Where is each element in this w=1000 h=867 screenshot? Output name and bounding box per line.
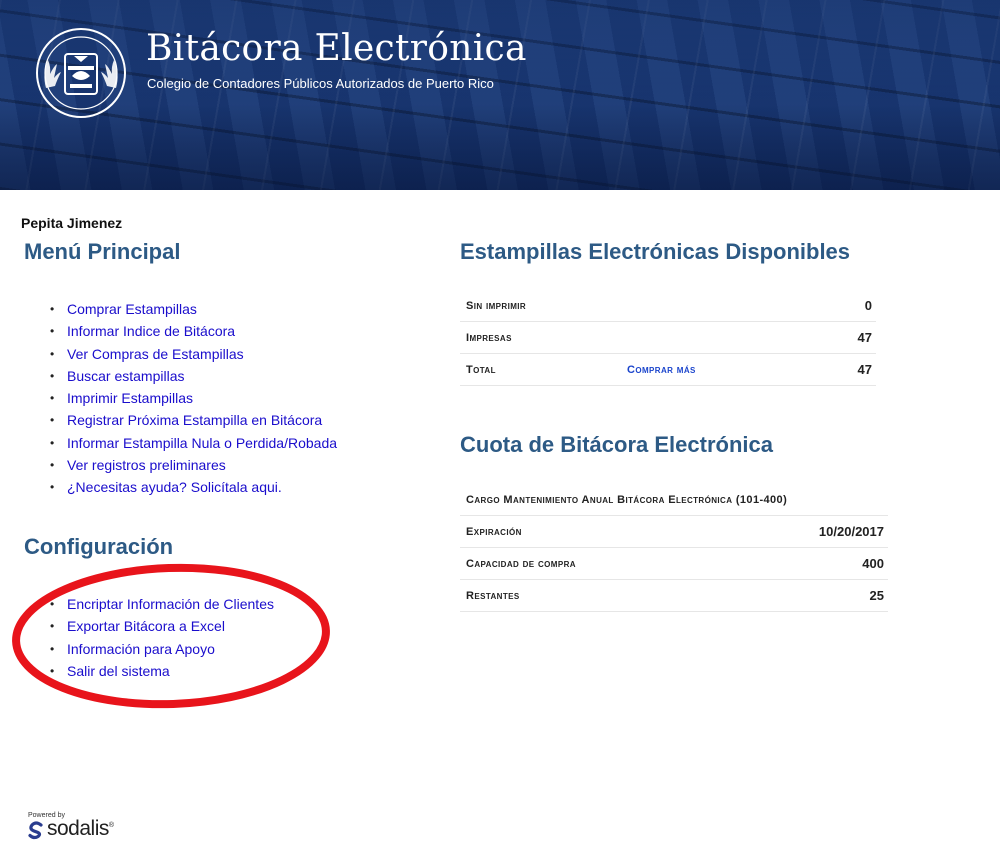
sodalis-logo-icon <box>28 821 43 840</box>
row-value: 400 <box>719 547 888 580</box>
row-value: 47 <box>813 353 876 386</box>
app-title: Bitácora Electrónica <box>146 28 527 69</box>
comprar-mas-link[interactable]: Comprar más <box>627 364 696 376</box>
menu-link-encriptar[interactable]: Encriptar Información de Clientes <box>67 596 274 612</box>
config-menu-title: Configuración <box>24 534 174 559</box>
seal-logo-icon <box>36 28 126 118</box>
list-item: ¿Necesitas ayuda? Solicítala aqui. <box>21 476 337 498</box>
table-row: Sin imprimir 0 <box>460 290 876 322</box>
row-link: Comprar más <box>621 353 814 386</box>
row-label: Restantes <box>460 579 720 612</box>
menu-link-imprimir-estampillas[interactable]: Imprimir Estampillas <box>67 390 193 406</box>
row-label: Sin imprimir <box>460 290 621 322</box>
menu-link-info-apoyo[interactable]: Información para Apoyo <box>67 641 215 657</box>
menu-link-comprar-estampillas[interactable]: Comprar Estampillas <box>67 301 197 317</box>
list-item: Informar Indice de Bitácora <box>21 320 337 342</box>
list-item: Imprimir Estampillas <box>21 387 337 409</box>
stamps-table: Sin imprimir 0 Impresas 47 Total Comprar… <box>460 290 876 386</box>
row-value: 25 <box>719 579 888 612</box>
menu-link-salir[interactable]: Salir del sistema <box>67 663 170 679</box>
menu-link-informar-nula[interactable]: Informar Estampilla Nula o Perdida/Robad… <box>67 435 337 451</box>
menu-link-ayuda[interactable]: ¿Necesitas ayuda? Solicítala aqui. <box>67 479 282 495</box>
menu-link-exportar-excel[interactable]: Exportar Bitácora a Excel <box>67 618 225 634</box>
list-item: Ver registros preliminares <box>21 454 337 476</box>
table-row: Capacidad de compra 400 <box>460 547 888 580</box>
main-menu-list: Comprar Estampillas Informar Indice de B… <box>21 298 337 499</box>
menu-link-ver-registros[interactable]: Ver registros preliminares <box>67 457 226 473</box>
list-item: Exportar Bitácora a Excel <box>21 615 274 637</box>
menu-link-ver-compras[interactable]: Ver Compras de Estampillas <box>67 346 244 362</box>
row-link <box>621 290 814 322</box>
sodalis-brand: sodalis® <box>47 817 114 840</box>
menu-link-registrar-proxima[interactable]: Registrar Próxima Estampilla en Bitácora <box>67 412 322 428</box>
list-item: Registrar Próxima Estampilla en Bitácora <box>21 409 337 431</box>
list-item: Salir del sistema <box>21 660 274 682</box>
table-row: Total Comprar más 47 <box>460 353 876 386</box>
config-menu-list: Encriptar Información de Clientes Export… <box>21 593 274 682</box>
table-row: Cargo Mantenimiento Anual Bitácora Elect… <box>460 484 888 516</box>
list-item: Encriptar Información de Clientes <box>21 593 274 615</box>
list-item: Comprar Estampillas <box>21 298 337 320</box>
list-item: Información para Apoyo <box>21 638 274 660</box>
row-value: 47 <box>813 321 876 354</box>
user-name: Pepita Jimenez <box>21 215 123 231</box>
row-value: 0 <box>813 290 876 322</box>
quota-title: Cuota de Bitácora Electrónica <box>460 432 773 457</box>
row-value: 10/20/2017 <box>719 515 888 548</box>
list-item: Ver Compras de Estampillas <box>21 343 337 365</box>
row-label: Total <box>460 353 621 386</box>
powered-by-sodalis[interactable]: Powered by sodalis® <box>28 812 138 844</box>
quota-table: Cargo Mantenimiento Anual Bitácora Elect… <box>460 484 888 612</box>
menu-link-buscar-estampillas[interactable]: Buscar estampillas <box>67 368 185 384</box>
row-label: Expiración <box>460 515 720 548</box>
main-menu-title: Menú Principal <box>24 239 181 264</box>
app-subtitle: Colegio de Contadores Públicos Autorizad… <box>147 76 494 91</box>
menu-link-informar-indice[interactable]: Informar Indice de Bitácora <box>67 323 235 339</box>
row-link <box>621 321 814 354</box>
stamps-title: Estampillas Electrónicas Disponibles <box>460 239 851 264</box>
row-label: Cargo Mantenimiento Anual Bitácora Elect… <box>460 484 888 516</box>
row-label: Impresas <box>460 321 621 354</box>
table-row: Expiración 10/20/2017 <box>460 515 888 548</box>
header-banner: Bitácora Electrónica Colegio de Contador… <box>0 0 1000 190</box>
row-label: Capacidad de compra <box>460 547 720 580</box>
list-item: Informar Estampilla Nula o Perdida/Robad… <box>21 432 337 454</box>
list-item: Buscar estampillas <box>21 365 337 387</box>
table-row: Restantes 25 <box>460 579 888 612</box>
table-row: Impresas 47 <box>460 321 876 354</box>
